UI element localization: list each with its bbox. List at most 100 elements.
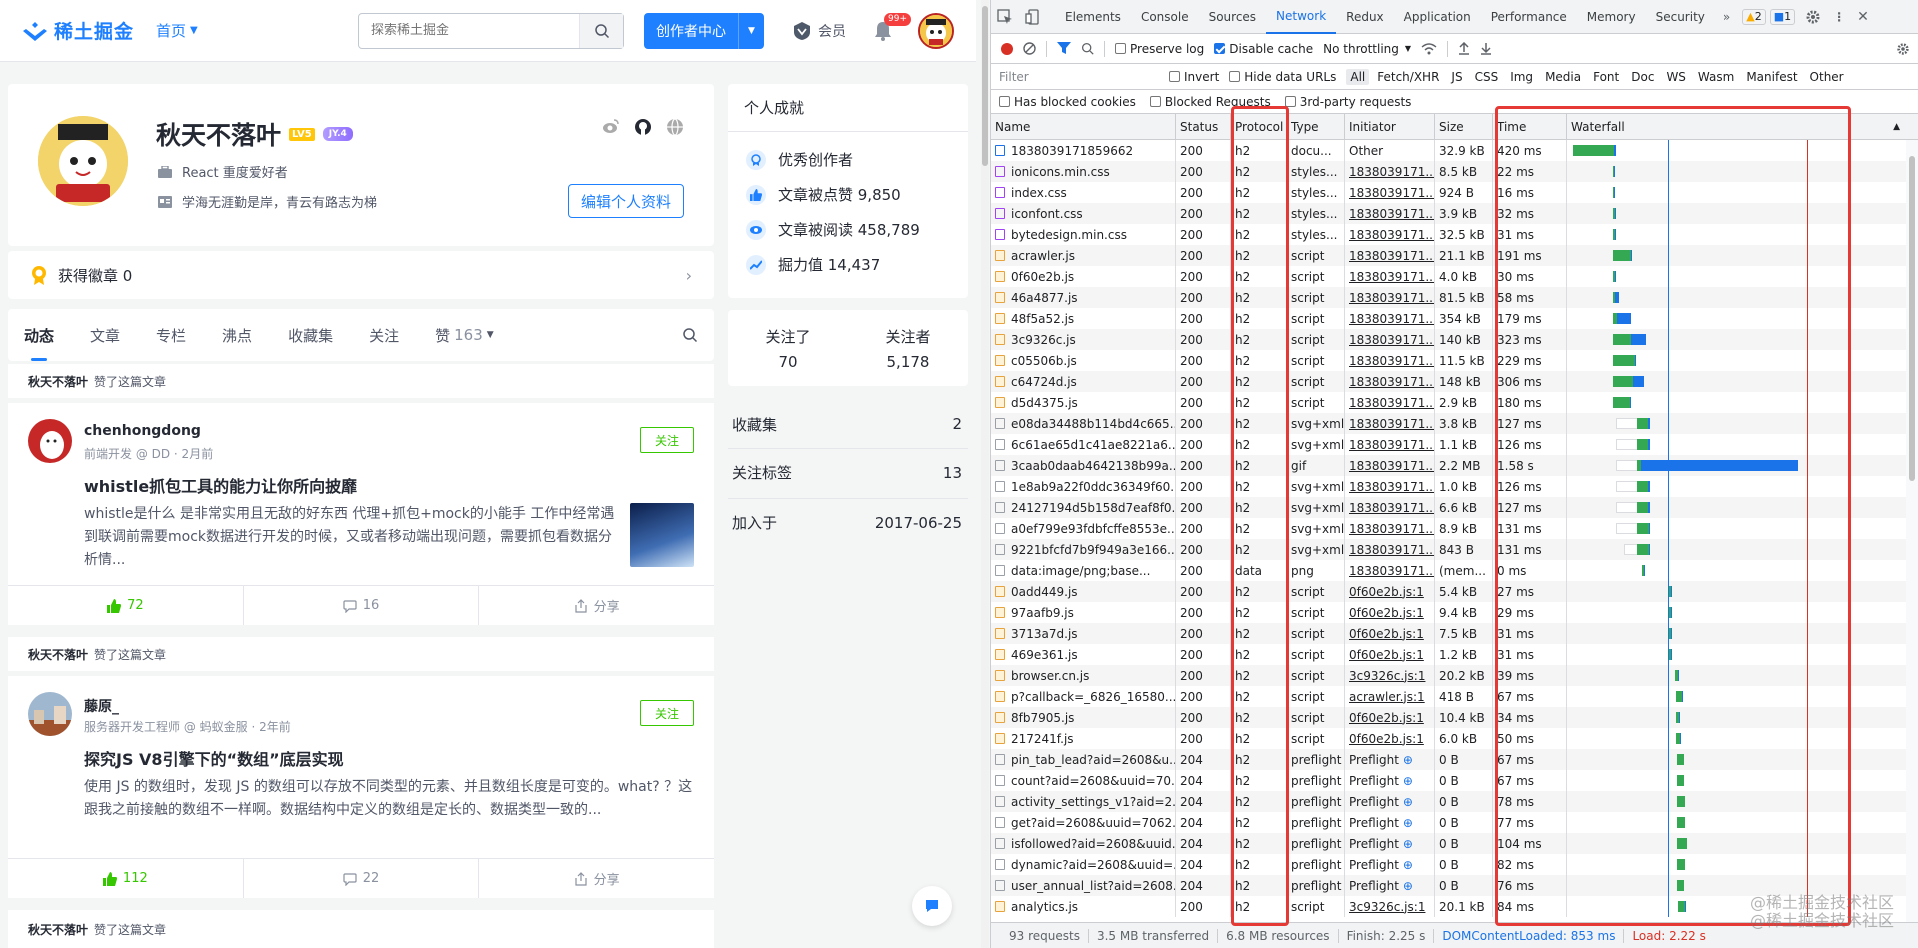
preflight-link-icon[interactable]: ⊕ (1403, 879, 1413, 893)
devtools-tab-application[interactable]: Application (1394, 0, 1481, 34)
filter-icon[interactable] (1057, 42, 1071, 55)
request-row[interactable]: data:image/png;base... 200 data png 18380391… (991, 560, 1918, 581)
article-title[interactable]: 探究JS V8引擎下的“数组”底层实现 (84, 746, 344, 770)
request-initiator[interactable]: 1838039171... (1345, 182, 1435, 203)
tab-pins[interactable]: 沸点 (222, 309, 252, 361)
request-initiator[interactable]: 1838039171... (1345, 350, 1435, 371)
request-row[interactable]: activity_settings_v1?aid=2... 204 h2 prefli… (991, 791, 1918, 812)
messages-counter[interactable]: ■ 1 (1769, 8, 1796, 25)
request-name-cell[interactable]: bytedesign.min.css (991, 224, 1176, 245)
request-name-cell[interactable]: 0add449.js (991, 581, 1176, 602)
request-waterfall[interactable] (1567, 791, 1918, 812)
type-filter-doc[interactable]: Doc (1627, 69, 1658, 85)
request-row[interactable]: 0f60e2b.js 200 h2 script 1838039171... 4.0 kB… (991, 266, 1918, 287)
type-filter-font[interactable]: Font (1589, 69, 1623, 85)
request-name-cell[interactable]: iconfont.css (991, 203, 1176, 224)
side-item-tags[interactable]: 关注标签 13 (728, 448, 968, 496)
request-name-cell[interactable]: 8fb7905.js (991, 707, 1176, 728)
request-row[interactable]: 97aafb9.js 200 h2 script 0f60e2b.js:1 9.4 kB 2… (991, 602, 1918, 623)
request-name-cell[interactable]: 6c61ae65d1c41ae8221a6... (991, 434, 1176, 455)
devtools-tab-security[interactable]: Security (1646, 0, 1715, 34)
article-title[interactable]: whistle抓包工具的能力让你所向披靡 (84, 473, 357, 497)
devtools-tab-sources[interactable]: Sources (1199, 0, 1266, 34)
request-name-cell[interactable]: 0f60e2b.js (991, 266, 1176, 287)
request-name-cell[interactable]: browser.cn.js (991, 665, 1176, 686)
request-initiator[interactable]: 0f60e2b.js:1 (1345, 623, 1435, 644)
juejin-logo[interactable]: 稀土掘金 (22, 17, 134, 44)
request-name-cell[interactable]: c64724d.js (991, 371, 1176, 392)
preflight-link-icon[interactable]: ⊕ (1403, 858, 1413, 872)
request-row[interactable]: get?aid=2608&uuid=7062... 204 h2 preflight P… (991, 812, 1918, 833)
request-waterfall[interactable] (1567, 623, 1918, 644)
weibo-icon[interactable] (602, 118, 620, 134)
preflight-link-icon[interactable]: ⊕ (1403, 816, 1413, 830)
request-waterfall[interactable] (1567, 749, 1918, 770)
request-waterfall[interactable] (1567, 707, 1918, 728)
tab-following[interactable]: 关注 (369, 309, 399, 361)
github-icon[interactable] (634, 118, 652, 136)
kebab-menu-icon[interactable]: ⋮ (1827, 10, 1851, 24)
request-name-cell[interactable]: 1e8ab9a22f0ddc36349f60... (991, 476, 1176, 497)
author-avatar[interactable] (28, 419, 72, 463)
hide-data-urls-checkbox[interactable]: Hide data URLs (1229, 70, 1336, 84)
request-waterfall[interactable] (1567, 602, 1918, 623)
feedback-float-button[interactable] (912, 886, 952, 926)
level-badge[interactable]: LV5 (289, 127, 315, 141)
request-name-cell[interactable]: pin_tab_lead?aid=2608&u... (991, 749, 1176, 770)
devtools-tab-elements[interactable]: Elements (1055, 0, 1131, 34)
article-abstract[interactable]: whistle是什么 是非常实用且无敌的好东西 代理+抓包+mock的小能手 工… (84, 503, 624, 572)
type-filter-js[interactable]: JS (1447, 69, 1466, 85)
request-row[interactable]: 3c9326c.js 200 h2 script 1838039171... 140 kB… (991, 329, 1918, 350)
request-initiator[interactable]: 1838039171... (1345, 308, 1435, 329)
request-initiator[interactable]: 1838039171... (1345, 245, 1435, 266)
author-name[interactable]: chenhongdong (84, 423, 201, 439)
column-header-initiator[interactable]: Initiator (1345, 114, 1435, 140)
request-row[interactable]: p?callback=_6826_16580... 200 h2 script acra… (991, 686, 1918, 707)
request-waterfall[interactable] (1567, 308, 1918, 329)
request-name-cell[interactable]: data:image/png;base... (991, 560, 1176, 581)
type-filter-all[interactable]: All (1346, 68, 1370, 85)
tab-dynamic[interactable]: 动态 (24, 309, 54, 361)
request-waterfall[interactable] (1567, 392, 1918, 413)
request-waterfall[interactable] (1567, 833, 1918, 854)
type-filter-manifest[interactable]: Manifest (1742, 69, 1801, 85)
devtools-tab-network[interactable]: Network (1266, 0, 1337, 34)
request-waterfall[interactable] (1567, 371, 1918, 392)
request-row[interactable]: 8fb7905.js 200 h2 script 0f60e2b.js:1 10.4 kB… (991, 707, 1918, 728)
devtools-tab-redux[interactable]: Redux (1336, 0, 1394, 34)
column-header-time[interactable]: Time (1493, 114, 1567, 140)
request-waterfall[interactable] (1567, 350, 1918, 371)
request-initiator[interactable]: 0f60e2b.js:1 (1345, 644, 1435, 665)
request-row[interactable]: e08da34488b114bd4c665... 200 h2 svg+xml 1838… (991, 413, 1918, 434)
request-initiator[interactable]: 1838039171... (1345, 413, 1435, 434)
search-input[interactable] (359, 23, 579, 38)
edit-profile-button[interactable]: 编辑个人资料 (567, 184, 684, 218)
request-row[interactable]: 3caab0daab4642138b99a... 200 h2 gif 18380391… (991, 455, 1918, 476)
request-row[interactable]: acrawler.js 200 h2 script 1838039171... 21.1 … (991, 245, 1918, 266)
request-waterfall[interactable] (1567, 812, 1918, 833)
request-name-cell[interactable]: 1838039171859662 (991, 140, 1176, 161)
type-filter-other[interactable]: Other (1806, 69, 1848, 85)
request-initiator[interactable]: 3c9326c.js:1 (1345, 665, 1435, 686)
following-count[interactable]: 关注了 70 (728, 310, 848, 386)
request-initiator[interactable]: 1838039171... (1345, 497, 1435, 518)
request-initiator[interactable]: 1838039171... (1345, 518, 1435, 539)
request-initiator[interactable]: acrawler.js:1 (1345, 686, 1435, 707)
request-row[interactable]: 9221bfcfd7b9f949a3e166... 200 h2 svg+xml 183… (991, 539, 1918, 560)
preflight-link-icon[interactable]: ⊕ (1403, 753, 1413, 767)
request-initiator[interactable]: 1838039171... (1345, 161, 1435, 182)
request-name-cell[interactable]: isfollowed?aid=2608&uuid... (991, 833, 1176, 854)
search-icon[interactable] (1081, 42, 1094, 55)
devtools-tab-console[interactable]: Console (1131, 0, 1199, 34)
request-waterfall[interactable] (1567, 203, 1918, 224)
gear-icon[interactable] (1805, 9, 1821, 25)
request-row[interactable]: 48f5a52.js 200 h2 script 1838039171... 354 kB… (991, 308, 1918, 329)
request-initiator[interactable]: 1838039171... (1345, 455, 1435, 476)
column-header-size[interactable]: Size (1435, 114, 1493, 140)
request-row[interactable]: iconfont.css 200 h2 styles... 1838039171... 3… (991, 203, 1918, 224)
request-initiator[interactable]: 1838039171... (1345, 434, 1435, 455)
request-name-cell[interactable]: get?aid=2608&uuid=7062... (991, 812, 1176, 833)
request-waterfall[interactable] (1567, 539, 1918, 560)
request-row[interactable]: ionicons.min.css 200 h2 styles... 1838039171… (991, 161, 1918, 182)
request-waterfall[interactable] (1567, 518, 1918, 539)
